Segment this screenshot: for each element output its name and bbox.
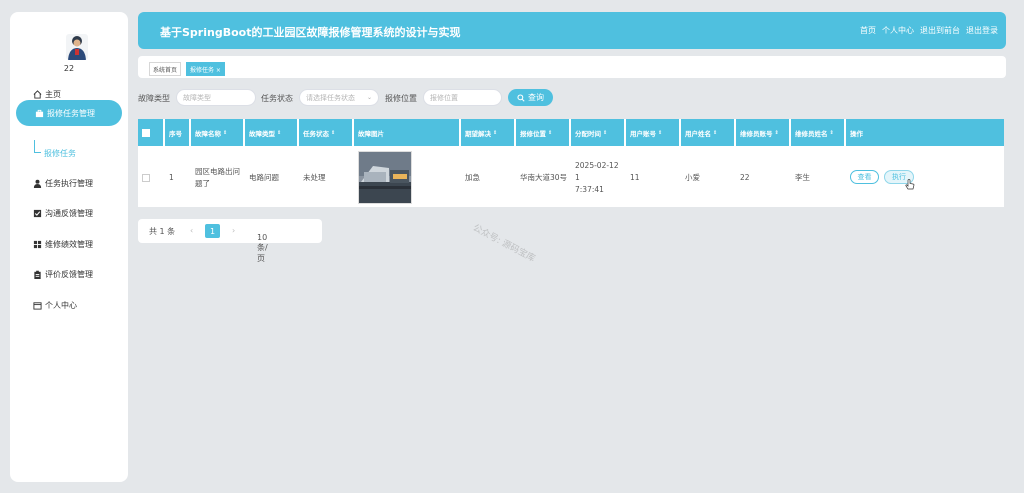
repair-task-table: 序号 故障名称 ⇕ 故障类型 ⇕ 任务状态 ⇕ 故障图片 期望解决 ⇕ 报修位置 ⇕ 分配… <box>138 119 1004 207</box>
pointer-cursor-icon <box>905 179 915 195</box>
sidebar-item-communication[interactable]: 沟通反馈管理 <box>10 202 128 224</box>
home-icon <box>32 89 42 99</box>
cell-assigned-time: 2025-02-12 1 7:37:41 <box>571 148 624 207</box>
tab-repair-task[interactable]: 报修任务 × <box>186 62 225 76</box>
header-select-all[interactable] <box>138 119 163 146</box>
pagination: 共 1 条 ‹ 1 › 10条/页 ⌄ <box>138 219 322 263</box>
sidebar-item-label: 主页 <box>45 89 61 99</box>
chevron-down-icon: ⌄ <box>257 233 263 240</box>
table-row-select[interactable] <box>138 148 163 207</box>
username: 22 <box>63 64 75 73</box>
fault-type-input[interactable]: 故障类型 <box>176 89 256 106</box>
cell-worker-name: 李生 <box>791 148 844 207</box>
briefcase-icon <box>34 108 44 118</box>
column-header[interactable]: 维修员姓名 ⇕ <box>791 119 844 146</box>
column-header[interactable]: 分配时间 ⇕ <box>571 119 624 146</box>
cell-user-account: 11 <box>626 148 679 207</box>
sidebar-item-label: 个人中心 <box>45 300 77 310</box>
checkbox-icon <box>32 208 42 218</box>
chevron-left-icon[interactable]: ‹ <box>190 226 193 235</box>
task-status-label: 任务状态 <box>261 94 293 103</box>
tabs-bar: 系统首页 报修任务 × <box>138 56 1006 78</box>
column-header: 序号 <box>165 119 189 146</box>
search-button-label: 查询 <box>528 93 544 102</box>
avatar <box>66 34 88 60</box>
cell-fault-type: 电路问题 <box>245 148 297 207</box>
fault-image-thumbnail[interactable] <box>358 151 412 204</box>
task-status-select[interactable]: 请选择任务状态 ⌄ <box>299 89 379 106</box>
clipboard-icon <box>32 269 42 279</box>
cell-location: 华南大道30号 <box>516 148 569 207</box>
cell-expected: 加急 <box>461 148 514 207</box>
watermark: 公众号: 源码宝库 <box>470 223 537 265</box>
row-checkbox[interactable] <box>142 173 150 182</box>
top-header: 基于SpringBoot的工业园区故障报修管理系统的设计与实现 首页 个人中心 … <box>138 12 1006 49</box>
pagination-total: 共 1 条 <box>149 227 176 236</box>
cell-worker-account: 22 <box>736 148 789 207</box>
sidebar-item-repair-tasks[interactable]: 报修任务管理 <box>16 100 122 126</box>
column-header[interactable]: 期望解决 ⇕ <box>461 119 514 146</box>
column-header: 操作 <box>846 119 1004 146</box>
cell-actions: 查看 执行 <box>846 148 1004 207</box>
user-icon <box>32 178 42 188</box>
sidebar-item-label: 维修绩效管理 <box>45 239 93 249</box>
calendar-icon <box>32 300 42 310</box>
chevron-right-icon[interactable]: › <box>232 226 235 235</box>
sidebar-item-performance[interactable]: 维修绩效管理 <box>10 233 128 255</box>
sidebar-item-label: 任务执行管理 <box>45 178 93 188</box>
select-all-checkbox[interactable] <box>142 128 150 137</box>
fault-type-label: 故障类型 <box>138 94 170 103</box>
location-label: 报修位置 <box>385 94 417 103</box>
column-header[interactable]: 报修位置 ⇕ <box>516 119 569 146</box>
cell-task-status: 未处理 <box>299 148 352 207</box>
column-header[interactable]: 故障名称 ⇕ <box>191 119 243 146</box>
page-title: 基于SpringBoot的工业园区故障报修管理系统的设计与实现 <box>160 26 461 39</box>
header-link-profile[interactable]: 个人中心 <box>882 25 914 36</box>
column-header: 故障图片 <box>354 119 459 146</box>
grid-icon <box>32 239 42 249</box>
cell-fault-name: 园区电路出问 题了 <box>191 148 243 207</box>
column-header[interactable]: 故障类型 ⇕ <box>245 119 297 146</box>
cell-user-name: 小爱 <box>681 148 734 207</box>
header-link-frontend[interactable]: 退出到前台 <box>920 25 960 36</box>
location-input[interactable]: 报修位置 <box>423 89 502 106</box>
column-header[interactable]: 任务状态 ⇕ <box>299 119 352 146</box>
sidebar: 22 主页 报修任务管理 报修任务 任务执行管理 沟通反馈管理 维修绩效管理 评… <box>10 12 128 482</box>
header-link-logout[interactable]: 退出登录 <box>966 25 998 36</box>
column-header[interactable]: 用户账号 ⇕ <box>626 119 679 146</box>
sidebar-item-profile[interactable]: 个人中心 <box>10 294 128 316</box>
sidebar-item-label: 报修任务管理 <box>47 108 95 118</box>
task-status-placeholder: 请选择任务状态 <box>306 93 355 102</box>
cell-fault-image <box>354 148 459 207</box>
header-links: 首页 个人中心 退出到前台 退出登录 <box>860 25 998 36</box>
column-header[interactable]: 维修员账号 ⇕ <box>736 119 789 146</box>
tab-system-home[interactable]: 系统首页 <box>149 62 182 76</box>
search-icon <box>517 93 525 102</box>
chevron-down-icon: ⌄ <box>366 94 372 101</box>
sidebar-subitem-repair-task[interactable]: 报修任务 <box>34 140 76 160</box>
sidebar-item-task-execution[interactable]: 任务执行管理 <box>10 172 128 194</box>
cell-index: 1 <box>165 148 189 207</box>
page-number[interactable]: 1 <box>205 224 220 238</box>
header-link-home[interactable]: 首页 <box>860 25 876 36</box>
sidebar-item-label: 沟通反馈管理 <box>45 208 93 218</box>
column-header[interactable]: 用户姓名 ⇕ <box>681 119 734 146</box>
sidebar-item-evaluation[interactable]: 评价反馈管理 <box>10 263 128 285</box>
view-button[interactable]: 查看 <box>850 170 879 184</box>
search-button[interactable]: 查询 <box>508 89 553 106</box>
sidebar-item-label: 评价反馈管理 <box>45 269 93 279</box>
